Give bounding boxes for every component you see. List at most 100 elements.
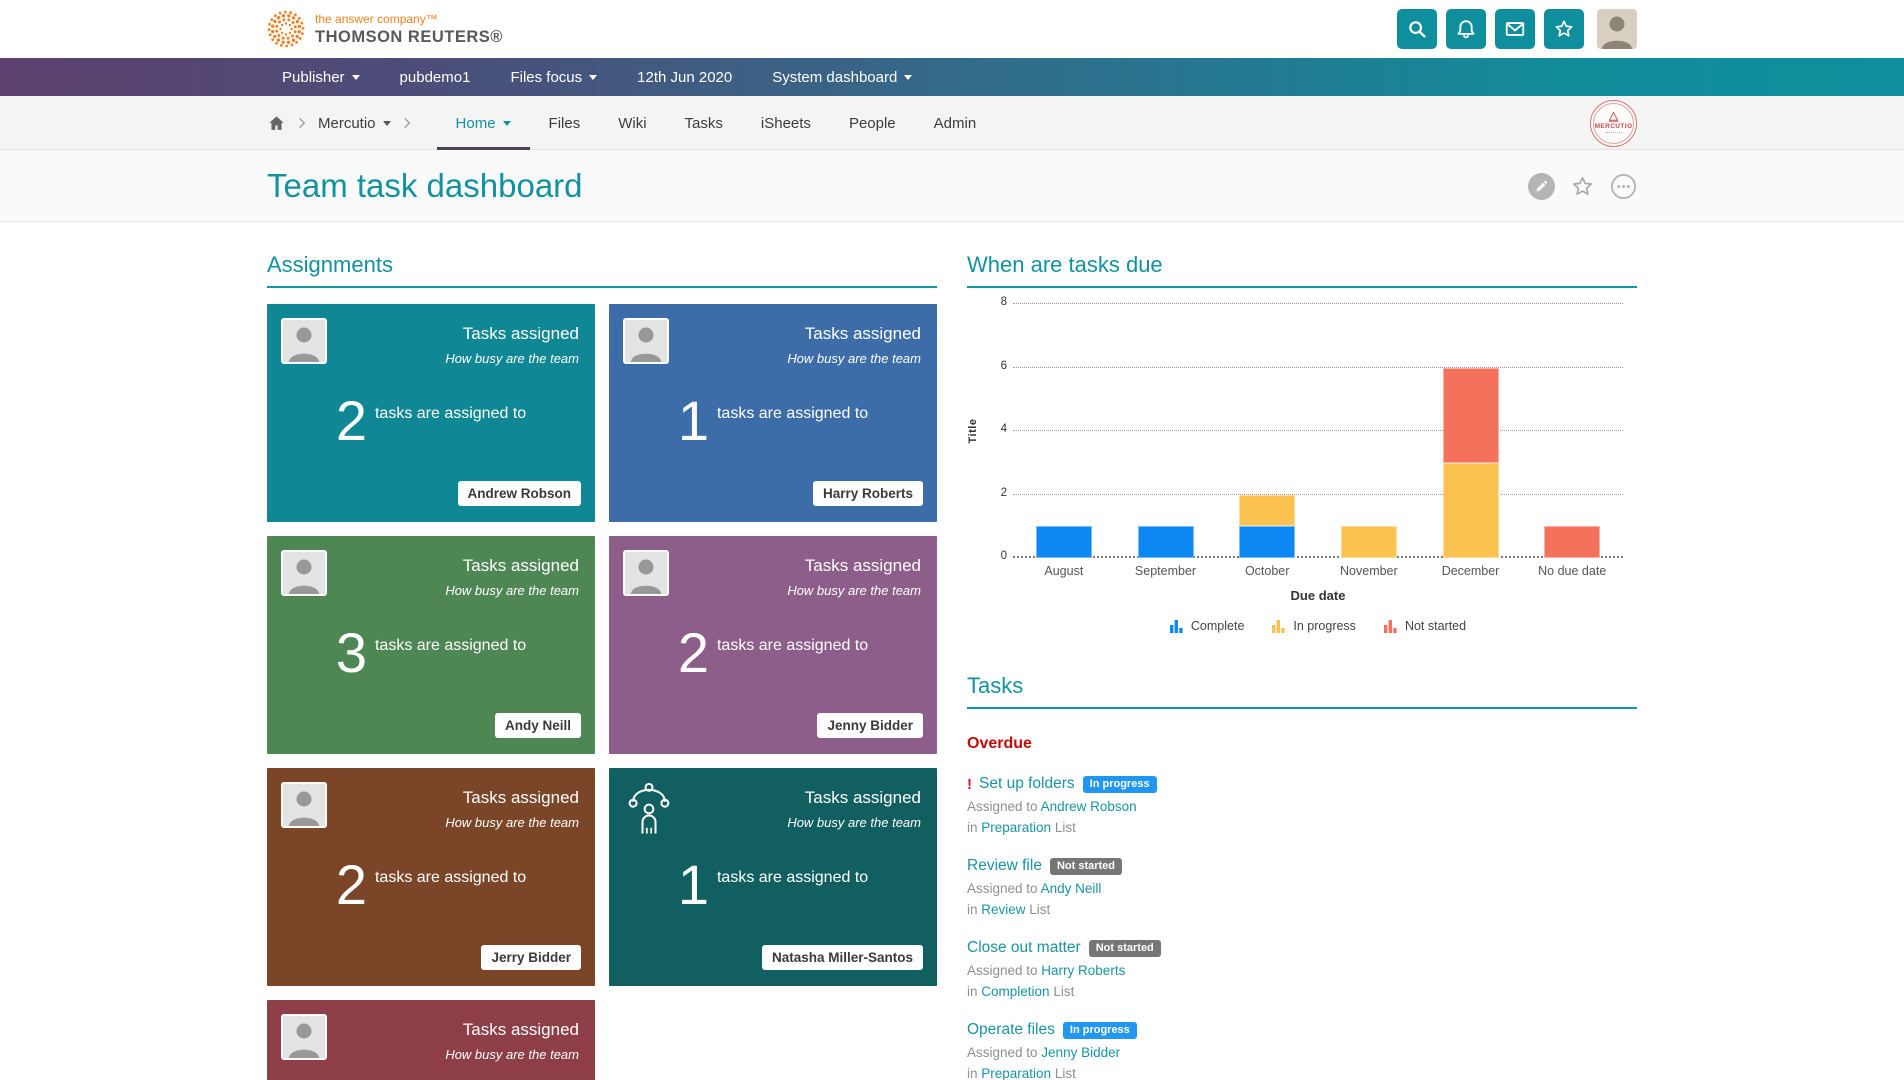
bar-segment-in-progress[interactable] xyxy=(1443,463,1499,558)
navbar-item-label: Publisher xyxy=(282,69,345,86)
overdue-flag-icon: ! xyxy=(967,776,972,793)
card-count-row: 2 tasks are assigned to xyxy=(283,856,579,914)
card-title: Tasks assigned xyxy=(283,324,579,344)
chevron-right-icon xyxy=(400,116,414,130)
breadcrumb-bar: Mercutio Home Files Wiki Tasks iSheets P… xyxy=(0,96,1904,150)
x-tick-label: August xyxy=(1013,564,1115,578)
assignment-card[interactable]: Tasks assigned How busy are the team 2 t… xyxy=(609,536,937,754)
thomson-reuters-logo[interactable]: the answer company™ THOMSON REUTERS® xyxy=(267,10,503,48)
card-title: Tasks assigned xyxy=(625,324,921,344)
bar-segment-in-progress[interactable] xyxy=(1239,495,1295,527)
task-count: 1 xyxy=(678,392,709,450)
task-list-link[interactable]: Review xyxy=(981,902,1025,917)
navbar-item-pubdemo1[interactable]: pubdemo1 xyxy=(400,69,471,86)
assignment-card[interactable]: Tasks assigned How busy are the team 2 t… xyxy=(267,768,595,986)
favorite-page-button[interactable] xyxy=(1570,174,1595,199)
tab-people[interactable]: People xyxy=(830,96,915,150)
list-suffix-label: List xyxy=(1055,1066,1076,1080)
bar-october xyxy=(1216,304,1318,558)
task-item: ! Close out matter Not started Assigned … xyxy=(967,939,1637,999)
assignee-name-badge: Andy Neill xyxy=(495,713,581,738)
legend-item-in-progress[interactable]: In progress xyxy=(1272,619,1356,633)
x-tick-label: September xyxy=(1115,564,1217,578)
task-name-link[interactable]: Set up folders xyxy=(979,775,1075,793)
breadcrumb-site[interactable]: Mercutio xyxy=(318,115,391,132)
task-name-link[interactable]: Operate files xyxy=(967,1021,1055,1039)
legend-item-complete[interactable]: Complete xyxy=(1170,619,1245,633)
bell-icon xyxy=(1455,18,1477,40)
task-list-link[interactable]: Preparation xyxy=(981,1066,1051,1080)
chart-heading: When are tasks due xyxy=(967,252,1637,288)
user-avatar[interactable] xyxy=(1597,9,1637,49)
assignee-name-badge: Jerry Bidder xyxy=(481,945,581,970)
assignee-link[interactable]: Jenny Bidder xyxy=(1041,1045,1120,1060)
navbar-item-12th-jun-2020[interactable]: 12th Jun 2020 xyxy=(637,69,732,86)
task-list-link[interactable]: Completion xyxy=(981,984,1049,999)
tab-isheets[interactable]: iSheets xyxy=(742,96,830,150)
assignee-name-badge: Natasha Miller-Santos xyxy=(762,945,923,970)
page: the answer company™ THOMSON REUTERS® xyxy=(0,0,1904,1080)
bar-segment-complete[interactable] xyxy=(1239,526,1295,558)
assignee-photo xyxy=(281,1014,327,1060)
task-name-link[interactable]: Close out matter xyxy=(967,939,1081,957)
assignment-card[interactable]: Tasks assigned How busy are the team 1 t… xyxy=(609,768,937,986)
assignment-card[interactable]: Tasks assigned How busy are the team xyxy=(267,1000,595,1080)
search-button[interactable] xyxy=(1397,9,1437,49)
tab-files[interactable]: Files xyxy=(530,96,600,150)
tab-tasks[interactable]: Tasks xyxy=(666,96,742,150)
assigned-to-label: Assigned to xyxy=(967,799,1041,814)
notifications-button[interactable] xyxy=(1446,9,1486,49)
favorites-button[interactable] xyxy=(1544,9,1584,49)
bar-segment-not-started[interactable] xyxy=(1443,368,1499,463)
bar-september xyxy=(1115,304,1217,558)
card-title: Tasks assigned xyxy=(283,788,579,808)
search-icon xyxy=(1406,18,1428,40)
edit-dashboard-button[interactable] xyxy=(1528,173,1555,200)
task-count-suffix: tasks are assigned to xyxy=(717,637,868,655)
bar-segment-not-started[interactable] xyxy=(1544,526,1600,558)
task-status-badge: In progress xyxy=(1083,776,1157,793)
messages-button[interactable] xyxy=(1495,9,1535,49)
user-photo-icon xyxy=(1597,9,1637,49)
bar-august xyxy=(1013,304,1115,558)
navbar-item-files-focus[interactable]: Files focus xyxy=(510,69,597,86)
legend-item-not-started[interactable]: Not started xyxy=(1384,619,1466,633)
person-photo-icon xyxy=(283,1016,325,1058)
assignment-card[interactable]: Tasks assigned How busy are the team 1 t… xyxy=(609,304,937,522)
task-status-badge: In progress xyxy=(1063,1022,1137,1039)
assignee-link[interactable]: Andrew Robson xyxy=(1041,799,1137,814)
navbar-item-label: Files focus xyxy=(510,69,582,86)
chevron-down-icon xyxy=(503,121,511,126)
more-options-button[interactable] xyxy=(1610,173,1637,200)
assignee-name-badge: Andrew Robson xyxy=(458,481,582,506)
chevron-down-icon xyxy=(589,75,597,80)
stamp-label: MERCUTIO xyxy=(1595,123,1633,130)
task-count: 2 xyxy=(336,856,367,914)
assignee-link[interactable]: Andy Neill xyxy=(1041,881,1102,896)
assignee-photo xyxy=(623,318,669,364)
home-icon[interactable] xyxy=(267,114,286,133)
list-suffix-label: List xyxy=(1055,820,1076,835)
person-photo-icon xyxy=(625,552,667,594)
bar-segment-complete[interactable] xyxy=(1138,526,1194,558)
assignments-section: Assignments Tasks assigned How busy xyxy=(267,252,937,1080)
stamp-divider xyxy=(1606,132,1622,134)
bar-segment-complete[interactable] xyxy=(1036,526,1092,558)
tab-admin[interactable]: Admin xyxy=(915,96,996,150)
navbar-item-publisher[interactable]: Publisher xyxy=(282,69,360,86)
navbar-item-system-dashboard[interactable]: System dashboard xyxy=(772,69,912,86)
assigned-to-label: Assigned to xyxy=(967,881,1041,896)
bar-december xyxy=(1420,304,1522,558)
card-count-row: 2 tasks are assigned to xyxy=(625,624,921,682)
task-name-link[interactable]: Review file xyxy=(967,857,1042,875)
assignment-card[interactable]: Tasks assigned How busy are the team 3 t… xyxy=(267,536,595,754)
tab-home[interactable]: Home xyxy=(437,96,530,150)
site-tab-label: Files xyxy=(549,115,581,132)
chart-y-axis-label: Title xyxy=(967,419,979,444)
assignee-link[interactable]: Harry Roberts xyxy=(1041,963,1125,978)
task-list-link[interactable]: Preparation xyxy=(981,820,1051,835)
assignment-card[interactable]: Tasks assigned How busy are the team 2 t… xyxy=(267,304,595,522)
bar-segment-in-progress[interactable] xyxy=(1341,526,1397,558)
tab-wiki[interactable]: Wiki xyxy=(599,96,665,150)
page-title: Team task dashboard xyxy=(267,167,583,205)
